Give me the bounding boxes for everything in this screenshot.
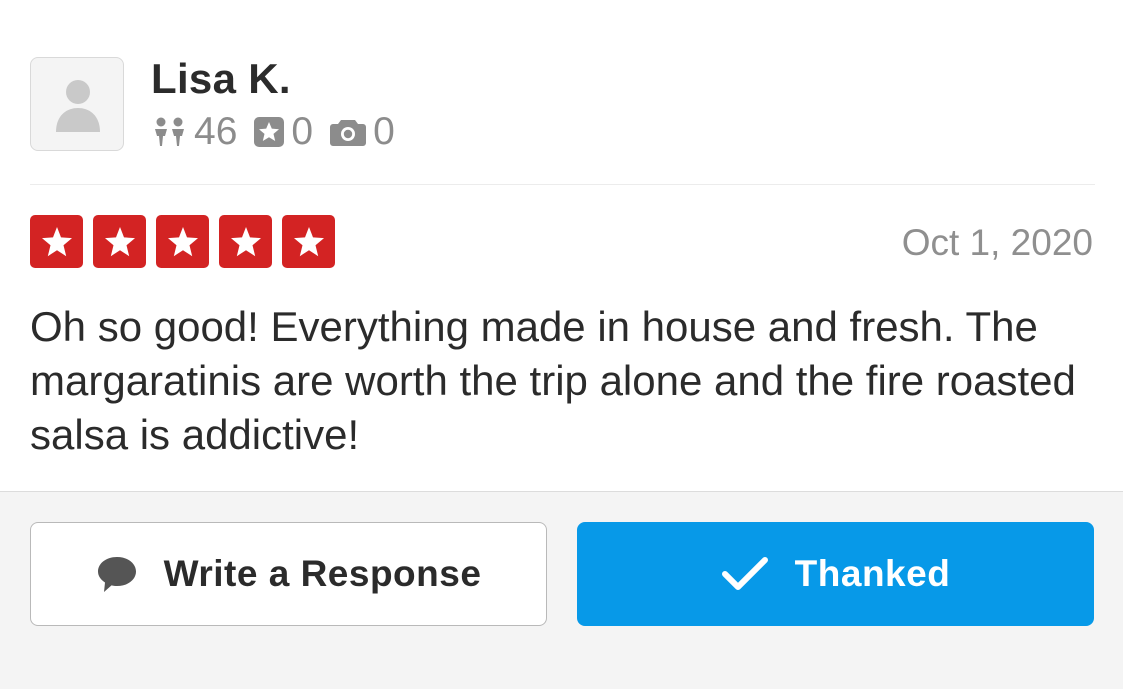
review-date: Oct 1, 2020: [901, 222, 1093, 263]
camera-icon: [329, 116, 367, 148]
star-icon: [30, 215, 83, 268]
friends-icon: [152, 116, 188, 148]
thanked-label: Thanked: [794, 553, 951, 594]
star-icon: [219, 215, 272, 268]
star-rating: [30, 215, 335, 268]
photos-count: 0: [373, 110, 395, 153]
star-icon: [282, 215, 335, 268]
thanked-button[interactable]: Thanked: [577, 522, 1094, 626]
user-name[interactable]: Lisa K.: [151, 55, 291, 103]
default-user-icon: [56, 80, 100, 132]
avatar[interactable]: [30, 57, 124, 151]
checkmark-icon: [721, 556, 769, 592]
divider: [30, 184, 1095, 185]
write-response-button[interactable]: Write a Response: [30, 522, 547, 626]
write-response-label: Write a Response: [163, 553, 482, 594]
user-stats: 46 0 0: [152, 110, 411, 154]
friends-count: 46: [194, 110, 238, 153]
speech-bubble-icon: [96, 554, 138, 594]
review-card: Lisa K. 46 0 0 Oct 1, 2020 Oh so good! E…: [0, 0, 1123, 491]
review-text: Oh so good! Everything made in house and…: [30, 303, 1076, 458]
reviews-star-icon: [253, 116, 285, 148]
action-bar: Write a Response Thanked: [0, 491, 1123, 689]
star-icon: [156, 215, 209, 268]
reviews-count: 0: [291, 110, 314, 153]
star-icon: [93, 215, 146, 268]
